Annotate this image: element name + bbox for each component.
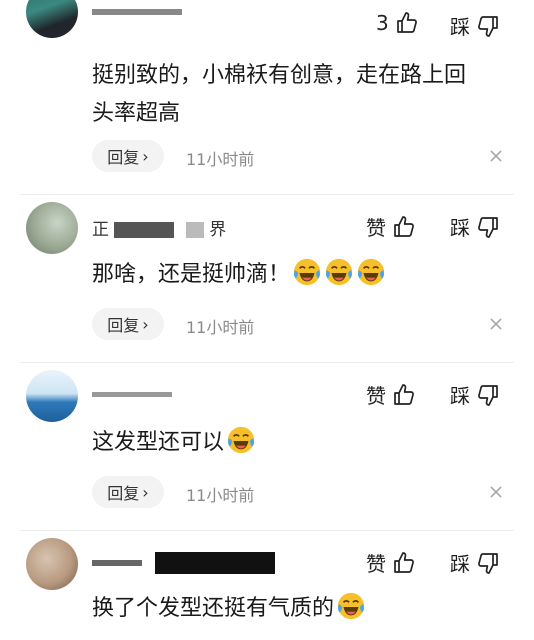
username[interactable] (92, 384, 172, 404)
like-label: 赞 (366, 384, 386, 408)
like-label: 赞 (366, 216, 386, 240)
dislike-label: 踩 (450, 15, 470, 39)
username-redacted (92, 560, 142, 566)
username-redacted (155, 552, 276, 574)
divider (20, 530, 514, 531)
like-button[interactable]: 赞 (366, 548, 416, 577)
thumbs-down-icon (476, 14, 500, 38)
thumbs-up-icon (392, 383, 416, 407)
username[interactable]: 正 界 (92, 215, 226, 240)
reply-label: 回复 (107, 148, 140, 167)
comment-text-body: 这发型还可以 (92, 430, 225, 455)
reply-label: 回复 (107, 316, 140, 335)
username-part: 界 (209, 220, 227, 240)
comment-text-body: 那啥，还是挺帅滴！ (92, 262, 291, 287)
laughing-crying-emoji-icon (292, 257, 322, 287)
avatar[interactable] (26, 202, 78, 254)
comment-text-line: 挺别致的，小棉袄有创意，走在路上回 (92, 63, 467, 88)
comment-text: 那啥，还是挺帅滴！ (92, 256, 512, 294)
reply-button[interactable]: 回复 › (92, 308, 164, 340)
like-button[interactable]: 赞 (366, 212, 416, 241)
close-icon[interactable] (488, 148, 504, 164)
username[interactable] (92, 552, 276, 574)
chevron-right-icon: › (142, 482, 149, 502)
dislike-button[interactable]: 踩 (450, 380, 500, 409)
divider (20, 362, 514, 363)
laughing-crying-emoji-icon (336, 591, 366, 621)
dislike-label: 踩 (450, 216, 470, 240)
avatar[interactable] (26, 538, 78, 590)
username-redacted (92, 9, 182, 15)
dislike-button[interactable]: 踩 (450, 11, 500, 40)
close-icon[interactable] (488, 316, 504, 332)
chevron-right-icon: › (142, 314, 149, 334)
comment-text-line: 头率超高 (92, 101, 181, 126)
close-icon[interactable] (488, 484, 504, 500)
username-part: 正 (92, 220, 109, 240)
avatar[interactable] (26, 0, 78, 38)
thumbs-up-icon (395, 11, 419, 35)
divider (20, 194, 514, 195)
thumbs-down-icon (476, 551, 500, 575)
username-redacted (185, 222, 204, 238)
chevron-right-icon: › (142, 146, 149, 166)
comment-text: 挺别致的，小棉袄有创意，走在路上回 头率超高 (92, 57, 512, 133)
username-redacted (92, 391, 172, 397)
username-redacted (114, 222, 175, 238)
laughing-crying-emoji-icon (324, 257, 354, 287)
laughing-crying-emoji-icon (356, 257, 386, 287)
comment-time: 11小时前 (186, 486, 255, 505)
username[interactable] (92, 2, 182, 22)
reply-label: 回复 (107, 484, 140, 503)
comment-time: 11小时前 (186, 150, 255, 169)
thumbs-down-icon (476, 215, 500, 239)
like-label: 赞 (366, 552, 386, 576)
reply-button[interactable]: 回复 › (92, 476, 164, 508)
dislike-label: 踩 (450, 552, 470, 576)
comment-time: 11小时前 (186, 318, 255, 337)
dislike-button[interactable]: 踩 (450, 548, 500, 577)
comment-text-body: 换了个发型还挺有气质的 (92, 596, 335, 621)
avatar[interactable] (26, 370, 78, 422)
dislike-button[interactable]: 踩 (450, 212, 500, 241)
comment-text: 换了个发型还挺有气质的 (92, 590, 512, 628)
reply-button[interactable]: 回复 › (92, 140, 164, 172)
thumbs-up-icon (392, 215, 416, 239)
laughing-crying-emoji-icon (226, 425, 256, 455)
thumbs-down-icon (476, 383, 500, 407)
like-count: 3 (376, 11, 389, 35)
comment-text: 这发型还可以 (92, 424, 512, 462)
like-button[interactable]: 赞 (366, 380, 416, 409)
like-button[interactable]: 3 (376, 11, 419, 35)
thumbs-up-icon (392, 551, 416, 575)
dislike-label: 踩 (450, 384, 470, 408)
